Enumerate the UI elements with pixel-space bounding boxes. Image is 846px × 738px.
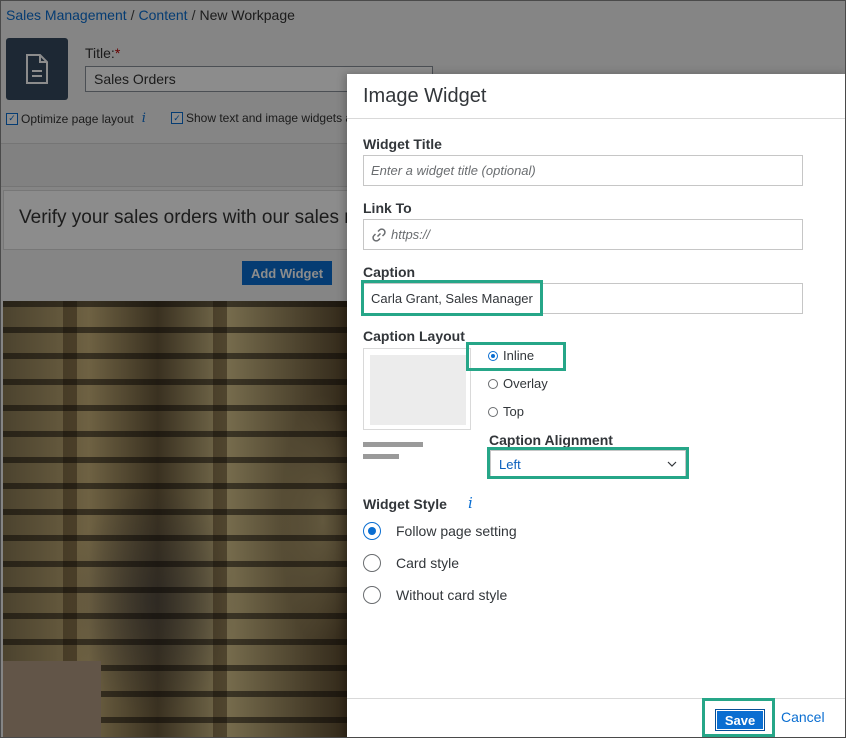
radio-label: Overlay [503,376,548,391]
link-to-label: Link To [363,200,412,216]
caption-input[interactable]: Carla Grant, Sales Manager [363,283,803,314]
image-widget-dialog: Image Widget Widget Title Enter a widget… [347,74,845,737]
save-button[interactable]: Save [715,709,765,731]
caption-layout-preview [363,348,471,430]
radio-label: Follow page setting [396,523,517,539]
radio-selected-icon [488,350,498,361]
link-to-placeholder: https:// [391,227,431,242]
widget-style-card-radio[interactable]: Card style [363,554,459,572]
caption-layout-inline-radio[interactable]: Inline [488,348,534,363]
widget-style-label: Widget Style [363,496,447,512]
caption-label: Caption [363,264,416,280]
caption-layout-label: Caption Layout [363,328,465,344]
radio-unselected-icon [363,554,381,572]
screen: Sales Management / Content / New Workpage Ti… [0,0,846,738]
info-icon[interactable]: i [468,494,473,512]
dialog-footer: Save Cancel [347,698,845,737]
caption-layout-overlay-radio[interactable]: Overlay [488,376,548,391]
cancel-button[interactable]: Cancel [781,709,825,725]
radio-selected-icon [363,522,381,540]
preview-caption-line [363,442,423,447]
widget-style-follow-radio[interactable]: Follow page setting [363,522,517,540]
widget-style-nocard-radio[interactable]: Without card style [363,586,507,604]
radio-unselected-icon [488,378,498,389]
widget-title-label: Widget Title [363,136,442,152]
caption-layout-top-radio[interactable]: Top [488,404,524,419]
widget-title-input[interactable]: Enter a widget title (optional) [363,155,803,186]
radio-unselected-icon [488,406,498,417]
caption-alignment-select[interactable]: Left [490,450,686,478]
radio-unselected-icon [363,586,381,604]
radio-label: Inline [503,348,535,363]
radio-label: Top [503,404,524,419]
preview-caption-line [363,454,399,459]
radio-label: Card style [396,555,460,571]
link-to-input[interactable]: https:// [363,219,803,250]
chevron-down-icon [667,461,677,467]
link-icon [372,227,386,242]
preview-image-placeholder [370,355,466,425]
dialog-title: Image Widget [363,85,487,107]
dialog-header: Image Widget [347,74,845,119]
caption-alignment-value: Left [499,456,521,472]
radio-label: Without card style [396,587,508,603]
caption-alignment-label: Caption Alignment [489,432,613,448]
